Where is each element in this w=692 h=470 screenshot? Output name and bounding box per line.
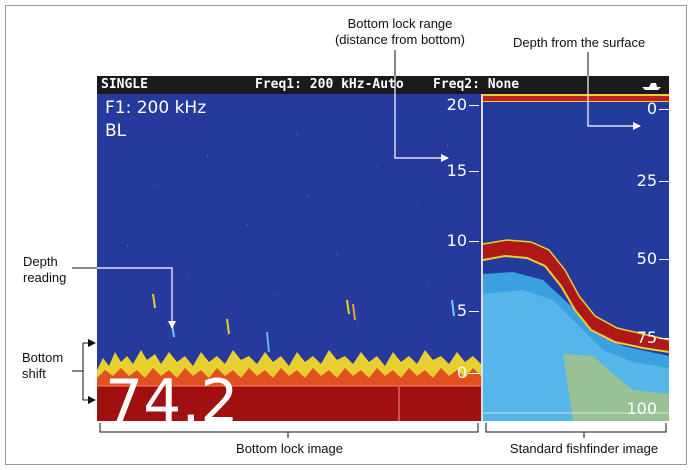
range-tick-mark (469, 241, 479, 242)
callout-bottom-lock-range: Bottom lock range (distance from bottom) (315, 16, 485, 48)
bottom-lock-badge: BL (105, 121, 127, 141)
bottom-lock-pane: F1: 200 kHz BL 20 15 10 5 0 74.2 ft (97, 94, 481, 421)
range-tick-label: 5 (456, 301, 467, 320)
callout-bottom-shift-line1: Bottom (22, 350, 64, 365)
depth-tick-label: 50 (636, 249, 657, 268)
range-tick-mark (469, 373, 479, 374)
callout-depth-reading: Depth reading (23, 254, 66, 286)
range-tick-label: 10 (446, 231, 467, 250)
depth-tick-mark (659, 259, 669, 260)
range-tick-mark (469, 311, 479, 312)
callout-depth-reading-line2: reading (23, 270, 67, 285)
callout-bottom-shift-line2: shift (22, 366, 46, 381)
standard-fishfinder-pane: 0 25 50 75 100 (483, 94, 669, 421)
frequency-readout: F1: 200 kHz (105, 98, 207, 118)
freq1-label: Freq1: 200 kHz-Auto (255, 77, 404, 92)
depth-tick-mark (659, 338, 669, 339)
range-tick-mark (469, 171, 479, 172)
depth-tick-label: 0 (646, 99, 657, 118)
callout-bottom-lock-range-line1: Bottom lock range (347, 16, 453, 31)
range-tick-label: 20 (446, 95, 467, 114)
callout-depth-reading-line1: Depth (23, 254, 58, 269)
callout-depth-from-surface: Depth from the surface (513, 35, 646, 50)
boat-icon (642, 83, 661, 90)
callout-bottom-lock-range-line2: (distance from bottom) (334, 32, 466, 47)
fish-arches (152, 293, 455, 353)
depth-tick-label: 100 (626, 399, 657, 418)
range-tick-label: 0 (456, 363, 467, 382)
callout-bottom-lock-image: Bottom lock image (236, 441, 343, 456)
range-tick-mark (469, 105, 479, 106)
depth-tick-mark (659, 181, 669, 182)
sonar-noise-specks (117, 114, 448, 337)
status-bar: SINGLE Freq1: 200 kHz-Auto Freq2: None (97, 76, 669, 94)
freq2-label: Freq2: None (433, 77, 520, 92)
depth-tick-label: 25 (636, 171, 657, 190)
depth-reading: 74.2 (105, 367, 239, 421)
mode-label: SINGLE (101, 77, 148, 92)
range-tick-label: 15 (446, 161, 467, 180)
callout-bottom-shift: Bottom shift (22, 350, 63, 382)
fishfinder-screen: SINGLE Freq1: 200 kHz-Auto Freq2: None F… (97, 76, 669, 421)
callout-standard-fishfinder-image: Standard fishfinder image (509, 441, 659, 456)
depth-tick-mark (659, 109, 669, 110)
depth-tick-label: 75 (636, 328, 657, 347)
